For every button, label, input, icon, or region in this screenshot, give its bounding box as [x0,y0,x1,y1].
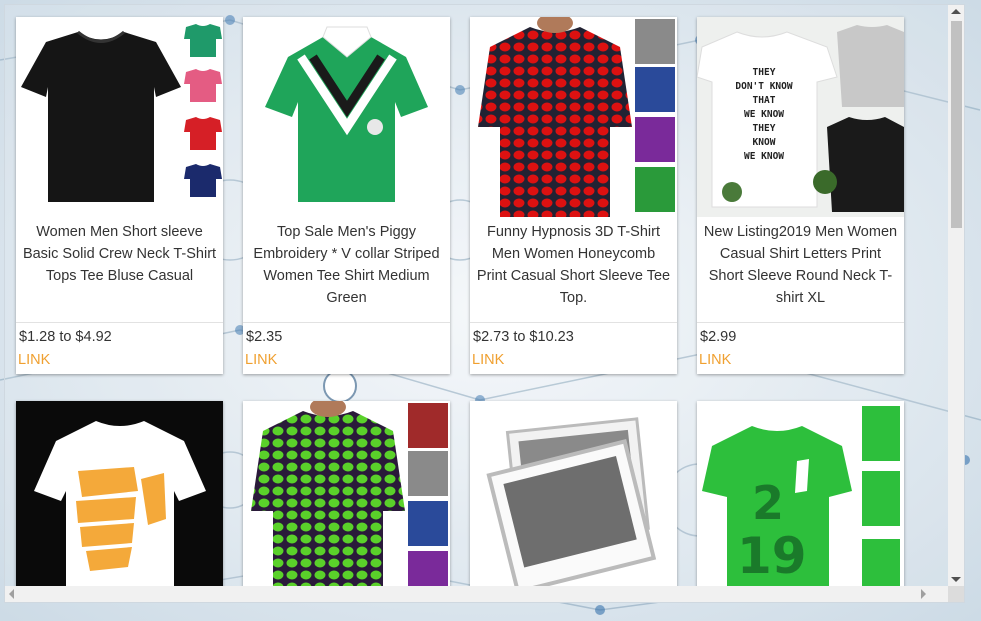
product-price: $2.99 [700,329,737,345]
product-gallery-frame: Women Men Short sleeve Basic Solid Crew … [4,4,965,603]
product-card[interactable]: 2 19 [697,401,904,586]
product-card[interactable] [243,401,450,586]
product-card[interactable]: Women Men Short sleeve Basic Solid Crew … [16,17,223,374]
scroll-down-arrow-icon[interactable] [951,577,961,582]
product-image[interactable] [243,401,450,586]
scroll-left-arrow-icon[interactable] [9,589,14,599]
jersey-number-bottom: 19 [737,527,807,585]
scroll-up-arrow-icon[interactable] [951,9,961,14]
product-title[interactable]: New Listing2019 Men Women Casual Shirt L… [697,217,904,323]
product-image[interactable] [243,17,450,217]
product-image[interactable] [16,401,223,586]
shirt-print-line: THEY [753,123,776,134]
product-card[interactable]: Top Sale Men's Piggy Embroidery * V coll… [243,17,450,374]
product-link[interactable]: LINK [470,351,677,374]
product-image[interactable]: THEY DON'T KNOW THAT WE KNOW THEY KNOW W… [697,17,904,217]
product-image[interactable] [470,17,677,217]
product-link[interactable]: LINK [697,351,904,374]
image-placeholder[interactable] [470,401,677,586]
shirt-print-line: WE KNOW [744,109,784,120]
shirt-print-line: KNOW [753,137,776,148]
product-link[interactable]: LINK [16,351,223,374]
product-title[interactable]: Funny Hypnosis 3D T-Shirt Men Women Hone… [470,217,677,323]
product-price: $1.28 to $4.92 [19,329,112,345]
scrollbar-corner [948,586,964,602]
horizontal-scrollbar[interactable] [5,586,948,602]
product-image[interactable] [16,17,223,217]
shirt-print-line: THEY [753,67,776,78]
vertical-scrollbar[interactable] [948,5,964,586]
product-title[interactable]: Top Sale Men's Piggy Embroidery * V coll… [243,217,450,323]
product-card[interactable] [470,401,677,586]
product-link[interactable]: LINK [243,351,450,374]
product-grid: Women Men Short sleeve Basic Solid Crew … [5,5,948,586]
product-title[interactable]: Women Men Short sleeve Basic Solid Crew … [16,217,223,323]
scrollbar-thumb[interactable] [951,21,962,228]
product-image[interactable]: 2 19 [697,401,904,586]
scroll-right-arrow-icon[interactable] [921,589,926,599]
product-card[interactable]: THEY DON'T KNOW THAT WE KNOW THEY KNOW W… [697,17,904,374]
product-card[interactable] [16,401,223,586]
shirt-print-line: WE KNOW [744,151,784,162]
product-price: $2.35 [246,329,283,345]
product-price: $2.73 to $10.23 [473,329,574,345]
shirt-print-line: DON'T KNOW [735,81,792,92]
product-card[interactable]: Funny Hypnosis 3D T-Shirt Men Women Hone… [470,17,677,374]
jersey-number-top: 2 [752,476,784,530]
shirt-print-line: THAT [753,95,776,106]
